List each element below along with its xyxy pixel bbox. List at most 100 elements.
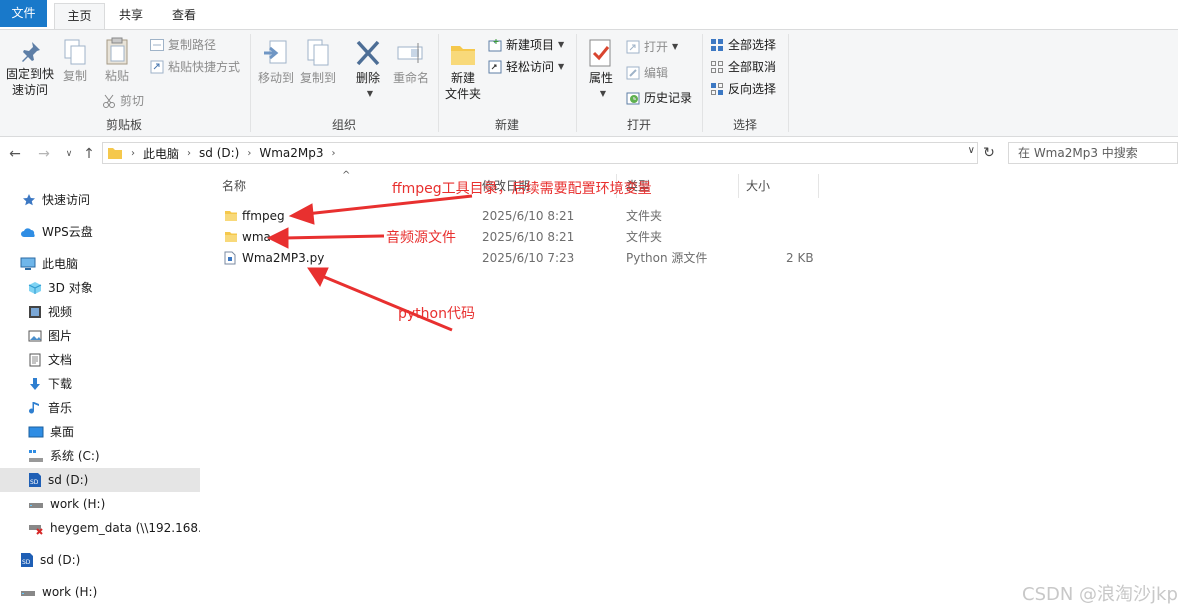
nav-item-drive-h-root[interactable]: work (H:) xyxy=(0,580,200,604)
tab-share[interactable]: 共享 xyxy=(108,3,154,27)
column-header-name[interactable]: 名称 xyxy=(222,174,246,198)
file-row-python[interactable]: Wma2MP3.py 2025/6/10 7:23 Python 源文件 2 K… xyxy=(218,248,818,269)
nav-item-drive-d[interactable]: SD sd (D:) xyxy=(0,468,200,492)
paste-button[interactable]: 粘贴 xyxy=(98,36,136,84)
invert-selection-label: 反向选择 xyxy=(728,82,777,96)
move-to-icon xyxy=(264,40,287,64)
nav-item-drive-c[interactable]: 系统 (C:) xyxy=(0,444,200,468)
ribbon: 固定到快 速访问 复制 粘贴 复制路径 粘贴快捷方式 剪切 剪贴板 移动到 复制… xyxy=(0,29,1178,137)
nav-item-label: 快速访问 xyxy=(42,193,91,207)
open-label: 打开 xyxy=(644,40,669,54)
copy-button[interactable]: 复制 xyxy=(58,38,92,84)
delete-x-icon xyxy=(356,40,380,66)
breadcrumb-this-pc[interactable]: 此电脑 xyxy=(143,145,179,162)
paste-shortcut-icon xyxy=(150,60,164,74)
nav-item-label: 3D 对象 xyxy=(48,281,93,295)
download-arrow-icon xyxy=(30,378,40,390)
clipboard-icon xyxy=(106,37,128,65)
nav-item-this-pc[interactable]: 此电脑 xyxy=(0,252,200,276)
picture-icon xyxy=(28,330,42,342)
recent-locations-chevron-icon[interactable]: ∨ xyxy=(60,145,78,163)
file-name: wma xyxy=(242,230,271,244)
tab-view[interactable]: 查看 xyxy=(160,3,208,27)
paste-shortcut-button[interactable]: 粘贴快捷方式 xyxy=(150,57,240,77)
select-all-button[interactable]: 全部选择 xyxy=(710,35,776,55)
organize-group-label: 组织 xyxy=(331,118,356,132)
history-button[interactable]: 历史记录 xyxy=(626,88,692,108)
easy-access-button[interactable]: 轻松访问 ▼ xyxy=(488,57,564,77)
nav-item-label: WPS云盘 xyxy=(42,225,93,239)
nav-item-label: 视频 xyxy=(48,305,73,319)
new-folder-button[interactable]: 新建 文件夹 xyxy=(442,38,484,102)
search-input[interactable]: 在 Wma2Mp3 中搜索 xyxy=(1008,142,1178,164)
nav-item-quick-access[interactable]: 快速访问 xyxy=(0,188,200,212)
file-type: 文件夹 xyxy=(626,230,663,244)
nav-item-music[interactable]: 音乐 xyxy=(0,396,200,420)
system-drive-icon xyxy=(29,450,43,462)
annotation-ffmpeg-note: ffmpeg工具目录，后续需要配置环境变量 xyxy=(392,181,652,197)
copy-to-button[interactable]: 复制到 xyxy=(298,38,338,86)
refresh-icon[interactable]: ↻ xyxy=(980,142,998,164)
properties-button[interactable]: 属性 ▼ xyxy=(584,38,618,102)
address-dropdown-chevron-icon[interactable]: ∨ xyxy=(968,145,975,156)
cloud-icon xyxy=(21,228,35,237)
file-row-wma[interactable]: wma 2025/6/10 8:21 文件夹 xyxy=(218,227,818,248)
paste-label: 粘贴 xyxy=(104,69,129,83)
nav-item-label: sd (D:) xyxy=(48,473,89,487)
tab-file[interactable]: 文件 xyxy=(0,0,47,27)
nav-item-label: work (H:) xyxy=(50,497,106,511)
pin-label-line2: 速访问 xyxy=(11,83,48,97)
breadcrumb-folder[interactable]: Wma2Mp3 xyxy=(259,146,323,160)
address-bar[interactable]: › 此电脑 › sd (D:) › Wma2Mp3 › ∨ xyxy=(102,142,978,164)
select-group-label: 选择 xyxy=(732,118,757,132)
nav-item-desktop[interactable]: 桌面 xyxy=(0,420,200,444)
edit-button[interactable]: 编辑 xyxy=(626,63,668,83)
nav-item-3d-objects[interactable]: 3D 对象 xyxy=(0,276,200,300)
invert-selection-button[interactable]: 反向选择 xyxy=(710,79,776,99)
nav-item-wps-cloud[interactable]: WPS云盘 xyxy=(0,220,200,244)
rename-button[interactable]: 重命名 xyxy=(390,38,432,86)
properties-icon xyxy=(589,39,611,67)
rename-icon xyxy=(397,43,423,63)
copy-to-icon xyxy=(307,39,329,66)
nav-item-drive-d-root[interactable]: SD sd (D:) xyxy=(0,548,200,572)
nav-item-videos[interactable]: 视频 xyxy=(0,300,200,324)
cut-button[interactable]: 剪切 xyxy=(102,91,144,111)
file-name: ffmpeg xyxy=(242,209,285,223)
pin-quick-access-button[interactable]: 固定到快 速访问 xyxy=(2,40,58,98)
file-row-ffmpeg[interactable]: ffmpeg 2025/6/10 8:21 文件夹 xyxy=(218,206,818,227)
new-item-button[interactable]: 新建项目 ▼ xyxy=(488,35,564,55)
breadcrumb-drive[interactable]: sd (D:) xyxy=(199,146,239,160)
new-folder-icon xyxy=(451,46,475,65)
navigation-pane: 快速访问 WPS云盘 此电脑 3D 对象 视频 图片 文档 下载 音乐 桌面 系… xyxy=(0,172,210,613)
nav-item-documents[interactable]: 文档 xyxy=(0,348,200,372)
nav-item-label: sd (D:) xyxy=(40,553,81,567)
up-arrow-icon[interactable]: ↑ xyxy=(80,145,98,163)
column-divider[interactable] xyxy=(738,174,739,198)
copy-path-button[interactable]: 复制路径 xyxy=(150,35,216,55)
open-button[interactable]: 打开 ▼ xyxy=(626,37,678,57)
column-header-size[interactable]: 大小 xyxy=(746,174,770,198)
breadcrumb-separator-icon: › xyxy=(131,147,135,159)
chevron-down-icon: ▼ xyxy=(366,89,374,98)
scissors-icon xyxy=(103,94,115,108)
copy-path-icon xyxy=(150,39,164,51)
new-item-label: 新建项目 xyxy=(506,38,555,52)
tab-home[interactable]: 主页 xyxy=(54,3,105,30)
easy-access-label: 轻松访问 xyxy=(506,60,555,74)
chevron-down-icon: ▼ xyxy=(558,62,565,71)
file-type: 文件夹 xyxy=(626,209,663,223)
delete-button[interactable]: 删除 ▼ xyxy=(350,38,386,102)
forward-arrow-icon[interactable]: → xyxy=(35,145,53,163)
nav-item-network-drive[interactable]: heygem_data (\\192.168.1 xyxy=(0,516,200,540)
nav-item-drive-h[interactable]: work (H:) xyxy=(0,492,200,516)
back-arrow-icon[interactable]: ← xyxy=(6,145,24,163)
move-to-button[interactable]: 移动到 xyxy=(256,38,296,86)
column-divider[interactable] xyxy=(818,174,819,198)
nav-item-pictures[interactable]: 图片 xyxy=(0,324,200,348)
rename-label: 重命名 xyxy=(392,71,429,85)
document-icon xyxy=(29,353,41,367)
breadcrumb-separator-icon: › xyxy=(187,147,192,159)
select-none-button[interactable]: 全部取消 xyxy=(710,57,776,77)
nav-item-downloads[interactable]: 下载 xyxy=(0,372,200,396)
